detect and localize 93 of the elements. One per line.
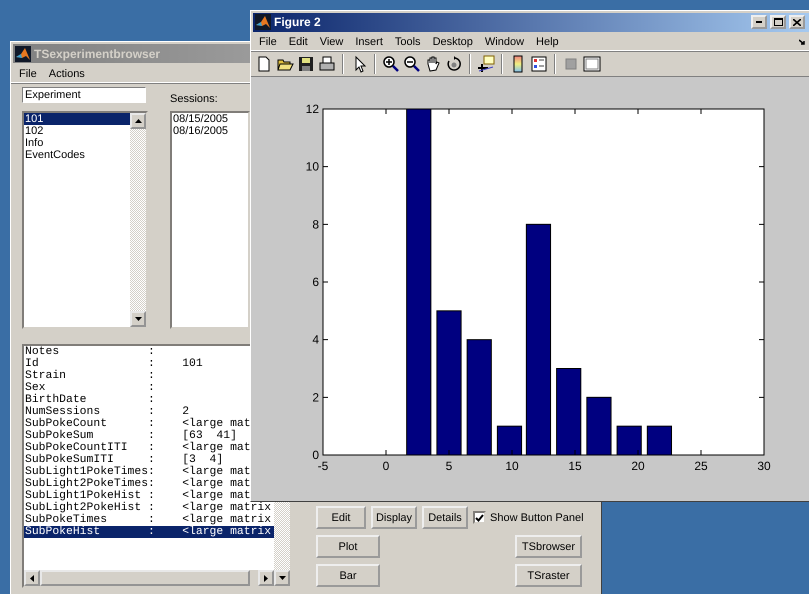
- detail-row[interactable]: Id : 101: [24, 358, 203, 370]
- detail-row[interactable]: Notes :: [24, 346, 155, 358]
- detail-row[interactable]: SubLight2PokeTimes: <large mat: [24, 478, 251, 490]
- detail-row[interactable]: NumSessions : 2: [24, 406, 190, 418]
- y-tick-label: 4: [312, 332, 319, 347]
- push-button[interactable]: Edit: [316, 506, 366, 529]
- dock-arrow-icon[interactable]: [799, 38, 807, 46]
- zoom-out-icon[interactable]: [403, 54, 421, 73]
- scroll-down-button[interactable]: [130, 311, 146, 327]
- menu-item[interactable]: Help: [530, 36, 565, 48]
- x-tick-label: 30: [757, 459, 771, 473]
- down-arrow-icon: [278, 576, 286, 580]
- y-tick-label: 12: [306, 102, 319, 116]
- detail-row[interactable]: SubLight2PokeHist : <large matrix: [24, 502, 272, 514]
- close-button[interactable]: [789, 15, 805, 30]
- x-tick-label: 25: [694, 459, 708, 473]
- menu-item[interactable]: File: [13, 68, 43, 80]
- print-icon[interactable]: [318, 54, 336, 73]
- push-button[interactable]: TSbrowser: [515, 535, 582, 558]
- save-icon[interactable]: [297, 54, 315, 73]
- matlab-logo-icon: [15, 46, 31, 62]
- data-cursor-icon[interactable]: [477, 54, 495, 73]
- menu-item[interactable]: Window: [478, 36, 530, 48]
- x-tick-label: 10: [505, 459, 519, 473]
- detail-row[interactable]: SubLight1PokeHist : <large mat: [24, 490, 251, 502]
- y-tick-label: 6: [312, 275, 319, 289]
- histogram-bar: [586, 396, 612, 456]
- scroll-right-button[interactable]: [258, 570, 274, 586]
- menu-item[interactable]: Edit: [282, 36, 314, 48]
- detail-row[interactable]: SubPokeSum : [63 41]: [24, 430, 237, 442]
- push-button[interactable]: Bar: [316, 564, 380, 587]
- menu-item[interactable]: Tools: [388, 36, 427, 48]
- close-icon: [793, 18, 801, 26]
- maximize-button[interactable]: [770, 15, 786, 30]
- scroll-down-button[interactable]: [274, 570, 290, 586]
- menu-item[interactable]: Desktop: [426, 36, 479, 48]
- menu-item[interactable]: Actions: [42, 68, 91, 80]
- y-tick-label: 10: [306, 160, 319, 174]
- list-item[interactable]: Info: [24, 137, 130, 149]
- right-arrow-icon: [264, 574, 268, 582]
- experiment-field[interactable]: Experiment: [22, 87, 146, 103]
- push-button[interactable]: Display: [371, 506, 417, 529]
- list-item[interactable]: 08/15/2005: [172, 113, 248, 125]
- details-list[interactable]: [22, 344, 292, 588]
- rotate-icon[interactable]: [445, 54, 463, 73]
- detail-row[interactable]: SubPokeHist : <large matrix: [24, 526, 274, 538]
- minimize-icon: [756, 21, 762, 24]
- minimize-button[interactable]: [751, 15, 767, 30]
- window-title: Figure 2: [274, 15, 322, 30]
- y-tick-label: 0: [312, 448, 319, 462]
- push-button[interactable]: TSraster: [515, 564, 582, 587]
- x-tick-label: 0: [382, 459, 390, 473]
- menu-item[interactable]: File: [253, 36, 283, 48]
- list-item[interactable]: 08/16/2005: [172, 125, 248, 137]
- menu-item[interactable]: View: [314, 36, 350, 48]
- sessions-list[interactable]: 08/15/2005 08/16/2005: [170, 111, 250, 329]
- sessions-label: Sessions:: [170, 93, 218, 105]
- scroll-up-button[interactable]: [130, 113, 146, 129]
- y-tick-label: 2: [312, 390, 319, 404]
- maximize-icon: [774, 18, 782, 26]
- histogram-bar: [646, 426, 672, 456]
- list-item[interactable]: EventCodes: [24, 149, 130, 161]
- x-tick-label: 20: [631, 459, 645, 473]
- push-button[interactable]: Plot: [316, 535, 380, 558]
- y-tick-label: 8: [312, 217, 319, 232]
- experiment-list[interactable]: 101 102 Info EventCodes: [22, 111, 148, 329]
- detail-row[interactable]: SubLight1PokeTimes: <large mat: [24, 466, 251, 478]
- left-arrow-icon: [30, 574, 34, 582]
- push-button[interactable]: Details: [422, 506, 468, 529]
- up-arrow-icon: [134, 119, 142, 123]
- detail-row[interactable]: SubPokeTimes : <large matrix: [24, 514, 272, 526]
- x-tick-label: -5: [318, 459, 328, 473]
- x-tick-label: 5: [446, 459, 452, 473]
- list-item[interactable]: 101: [24, 113, 130, 125]
- window-icon[interactable]: [583, 54, 601, 73]
- x-tick-label: 15: [568, 459, 582, 473]
- checkbox-label: Show Button Panel: [490, 512, 584, 524]
- scroll-thumb[interactable]: [40, 570, 250, 586]
- detail-row[interactable]: Sex :: [24, 382, 155, 394]
- menu-item[interactable]: Insert: [349, 36, 389, 48]
- detail-row[interactable]: Strain :: [24, 370, 155, 382]
- list-item[interactable]: 102: [24, 125, 130, 137]
- down-arrow-icon: [134, 317, 142, 321]
- zoom-in-icon[interactable]: [382, 54, 400, 73]
- detail-row[interactable]: SubPokeCount : <large mat: [24, 418, 251, 430]
- detail-row[interactable]: BirthDate :: [24, 394, 155, 406]
- scroll-left-button[interactable]: [24, 570, 40, 586]
- window-title: TSexperimentbrowser: [34, 46, 162, 60]
- detail-row[interactable]: SubPokeSumITI : [3 4]: [24, 454, 224, 466]
- checkbox[interactable]: [473, 511, 486, 524]
- matlab-logo-icon: [255, 14, 271, 30]
- legend-icon[interactable]: [530, 54, 548, 73]
- detail-row[interactable]: SubPokeCountITI : <large mat: [24, 442, 251, 454]
